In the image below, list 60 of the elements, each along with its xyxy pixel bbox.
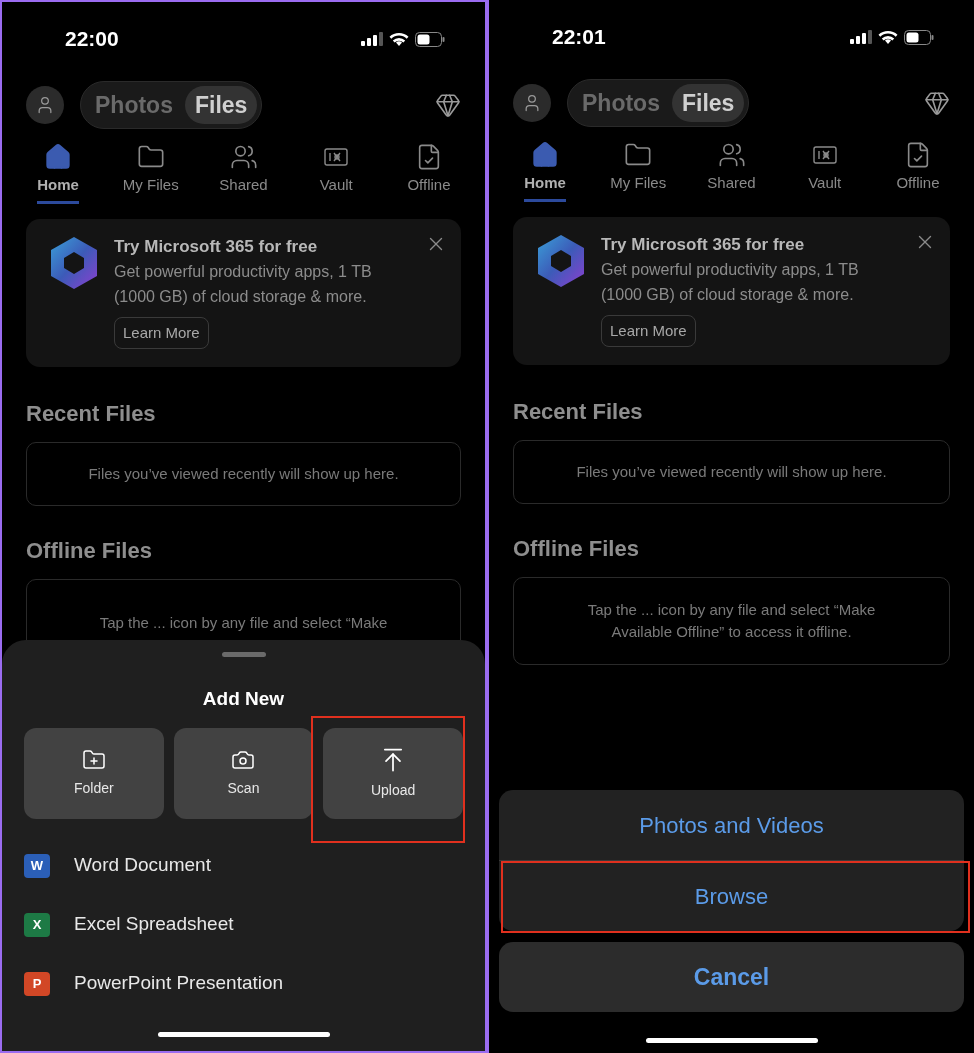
home-icon (531, 141, 559, 169)
diamond-icon[interactable] (924, 90, 950, 116)
nav-tab[interactable]: Offline (874, 141, 962, 203)
new-file-option[interactable]: X Excel Spreadsheet (24, 905, 463, 944)
empty-state-card: Files you’ve viewed recently will show up here. (513, 440, 950, 504)
action-tile[interactable]: Scan (173, 727, 314, 819)
nav-tab[interactable]: Offline (385, 143, 473, 205)
app-logo-icon: W (24, 853, 50, 878)
empty-state-card: Tap the ... icon by any file and select “Make Available Offline” to access it offline. (513, 577, 950, 665)
app-logo-icon: X (24, 912, 50, 937)
wifi-icon (878, 29, 898, 45)
learn-more-button[interactable]: Learn More (114, 317, 209, 349)
sheet-option[interactable]: Browse (499, 861, 964, 931)
signal-icon (850, 30, 872, 44)
promo-title: Try Microsoft 365 for free (114, 236, 318, 258)
home-icon (44, 143, 72, 171)
people-icon (717, 141, 746, 169)
nav-tab[interactable]: Home (14, 143, 102, 205)
nav-tab[interactable]: Shared (687, 141, 776, 203)
segment-tab[interactable]: Photos (572, 84, 670, 122)
section-heading: Recent Files (513, 398, 644, 426)
nav-tab[interactable]: My Files (106, 143, 195, 205)
wifi-icon (389, 31, 409, 47)
segment-tab[interactable]: Files (671, 84, 745, 122)
sheet-option[interactable]: Photos and Videos (499, 790, 964, 860)
section-heading: Recent Files (26, 400, 157, 428)
section-heading: Offline Files (26, 537, 153, 565)
microsoft-365-logo (48, 235, 100, 291)
nav-tab[interactable]: Home (501, 141, 589, 203)
nav-tab[interactable]: Vault (780, 141, 869, 203)
action-tile[interactable]: Upload (323, 727, 463, 819)
new-file-option[interactable]: P PowerPoint Presentation (24, 964, 463, 1003)
battery-icon (415, 31, 445, 47)
promo-title: Try Microsoft 365 for free (601, 234, 805, 256)
battery-icon (904, 29, 934, 45)
empty-state-card: Files you’ve viewed recently will show up here. (26, 442, 461, 506)
status-time: 22:00 (65, 26, 119, 53)
app-logo-icon: P (24, 971, 50, 996)
action-tile[interactable]: Folder (24, 727, 164, 819)
nav-tab[interactable]: Shared (199, 143, 288, 205)
account-avatar[interactable] (513, 84, 551, 122)
new-file-option[interactable]: W Word Document (24, 846, 463, 885)
signal-icon (361, 32, 383, 46)
nav-tab[interactable]: Vault (292, 143, 381, 205)
status-time: 22:01 (552, 24, 606, 51)
cancel-button[interactable]: Cancel (499, 942, 964, 1012)
promo-description: Get powerful productivity apps, 1 TB (1000 GB) of cloud storage & more. (601, 260, 860, 305)
folder-plus-icon (81, 747, 106, 772)
promo-description: Get powerful productivity apps, 1 TB (1000 GB) of cloud storage & more. (114, 262, 373, 307)
account-avatar[interactable] (26, 86, 64, 124)
segment-tab[interactable]: Files (184, 86, 258, 124)
learn-more-button[interactable]: Learn More (601, 315, 696, 347)
diamond-icon[interactable] (435, 92, 461, 118)
nav-tab[interactable]: My Files (594, 141, 683, 203)
segment-tab[interactable]: Photos (85, 86, 183, 124)
people-icon (229, 143, 258, 171)
sheet-handle[interactable] (221, 652, 266, 657)
section-heading: Offline Files (513, 535, 640, 563)
sheet-title: Add New (202, 687, 285, 711)
microsoft-365-logo (535, 233, 587, 289)
